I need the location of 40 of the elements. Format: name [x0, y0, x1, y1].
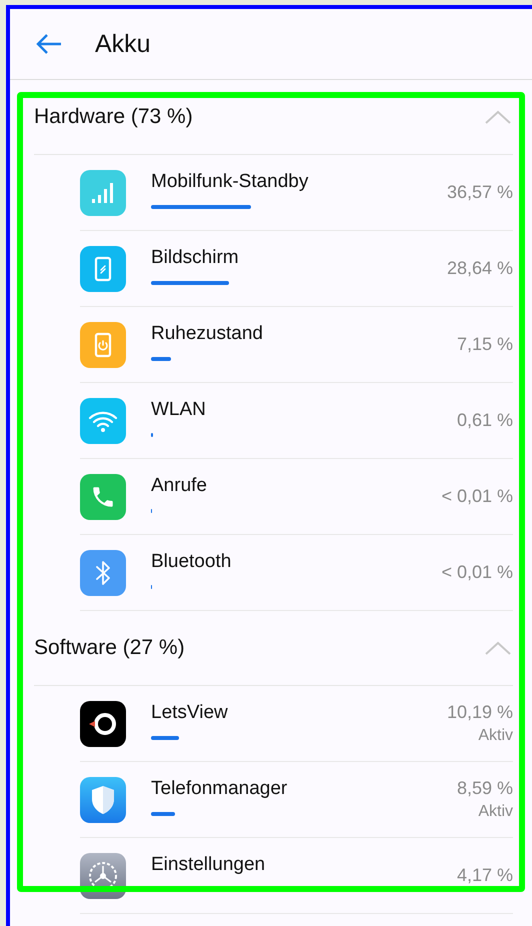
usage-percent: < 0,01 % [441, 562, 513, 583]
status-label: Aktiv [478, 803, 513, 821]
usage-name: LetsView [151, 702, 229, 724]
usage-row[interactable]: LetsView 10,19 % Aktiv [80, 686, 513, 762]
usage-name: Einstellungen [151, 854, 266, 876]
usage-name: Anrufe [151, 475, 208, 497]
usage-bar [151, 357, 171, 361]
usage-name: WLAN [151, 399, 207, 421]
usage-row[interactable]: Telefonmanager 8,59 % Aktiv [80, 762, 513, 838]
usage-percent: 36,57 % [446, 182, 513, 203]
bluetooth-icon [94, 558, 112, 586]
shield-icon [89, 784, 117, 816]
usage-percent: 28,64 % [446, 258, 513, 279]
usage-percent: 8,59 % [456, 778, 513, 799]
usage-row[interactable]: WLAN 0,61 % [80, 383, 513, 459]
signal-icon [91, 182, 115, 204]
section-title: Hardware (73 %) [34, 105, 193, 129]
usage-row[interactable]: Einstellungen 4,17 % [80, 838, 513, 914]
power-icon [93, 332, 113, 358]
status-label: Aktiv [478, 727, 513, 745]
usage-row[interactable]: Anrufe < 0,01 % [80, 459, 513, 535]
usage-row[interactable]: Bildschirm 28,64 % [80, 231, 513, 307]
usage-percent: 7,15 % [456, 334, 513, 355]
usage-bar [151, 812, 175, 816]
usage-name: Mobilfunk-Standby [151, 171, 310, 193]
phone-screen-icon [93, 256, 113, 282]
page-title: Akku [95, 30, 151, 58]
usage-percent: < 0,01 % [441, 486, 513, 507]
section-title: Software (27 %) [34, 636, 185, 660]
usage-name: Bluetooth [151, 551, 232, 573]
usage-name: Telefonmanager [151, 778, 288, 800]
usage-row[interactable]: Bluetooth < 0,01 % [80, 535, 513, 611]
usage-row[interactable]: Ruhezustand 7,15 % [80, 307, 513, 383]
usage-row[interactable]: Mobilfunk-Standby 36,57 % [80, 155, 513, 231]
usage-percent: 4,17 % [456, 865, 513, 886]
usage-percent: 10,19 % [446, 702, 513, 723]
usage-name: Ruhezustand [151, 323, 264, 345]
usage-name: Bildschirm [151, 247, 240, 269]
usage-bar [151, 736, 179, 740]
usage-percent: 0,61 % [456, 410, 513, 431]
